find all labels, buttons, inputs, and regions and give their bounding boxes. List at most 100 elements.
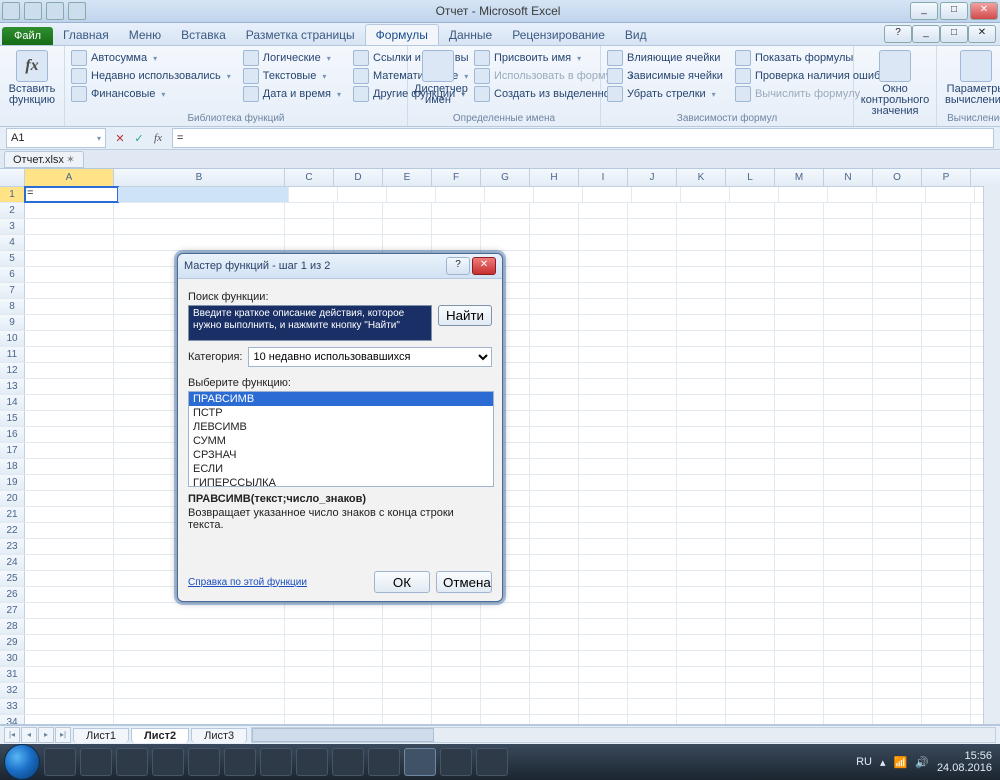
- cell-P10[interactable]: [922, 331, 971, 346]
- cell-B2[interactable]: [114, 203, 285, 218]
- dialog-help-button[interactable]: ?: [446, 257, 470, 275]
- cell-L11[interactable]: [726, 347, 775, 362]
- cell-M28[interactable]: [775, 619, 824, 634]
- cell-H33[interactable]: [530, 699, 579, 714]
- cell-O23[interactable]: [873, 539, 922, 554]
- cell-G1[interactable]: [485, 187, 534, 202]
- cell-K5[interactable]: [677, 251, 726, 266]
- cell-H17[interactable]: [530, 443, 579, 458]
- row-header-5[interactable]: 5: [0, 251, 25, 266]
- row-header-10[interactable]: 10: [0, 331, 25, 346]
- cell-O11[interactable]: [873, 347, 922, 362]
- cell-I19[interactable]: [579, 475, 628, 490]
- cell-N33[interactable]: [824, 699, 873, 714]
- tab-home[interactable]: Главная: [53, 25, 119, 45]
- cell-L28[interactable]: [726, 619, 775, 634]
- cell-E2[interactable]: [383, 203, 432, 218]
- row-header-6[interactable]: 6: [0, 267, 25, 282]
- cell-K26[interactable]: [677, 587, 726, 602]
- cell-L33[interactable]: [726, 699, 775, 714]
- cell-H25[interactable]: [530, 571, 579, 586]
- cell-E4[interactable]: [383, 235, 432, 250]
- cell-J18[interactable]: [628, 459, 677, 474]
- cell-L26[interactable]: [726, 587, 775, 602]
- row-header-30[interactable]: 30: [0, 651, 25, 666]
- row-header-21[interactable]: 21: [0, 507, 25, 522]
- taskbar-app-vs[interactable]: [368, 748, 400, 776]
- cell-P8[interactable]: [922, 299, 971, 314]
- cell-M22[interactable]: [775, 523, 824, 538]
- cell-J23[interactable]: [628, 539, 677, 554]
- cell-K7[interactable]: [677, 283, 726, 298]
- cell-J7[interactable]: [628, 283, 677, 298]
- cell-O26[interactable]: [873, 587, 922, 602]
- cell-N32[interactable]: [824, 683, 873, 698]
- cell-O13[interactable]: [873, 379, 922, 394]
- cell-B33[interactable]: [114, 699, 285, 714]
- cell-P1[interactable]: [926, 187, 975, 202]
- formula-input[interactable]: =: [172, 128, 994, 148]
- cell-J9[interactable]: [628, 315, 677, 330]
- cell-P23[interactable]: [922, 539, 971, 554]
- cell-A9[interactable]: [25, 315, 114, 330]
- cell-A25[interactable]: [25, 571, 114, 586]
- col-header-C[interactable]: C: [285, 169, 334, 186]
- ok-button[interactable]: ОК: [374, 571, 430, 593]
- file-tab[interactable]: Файл: [2, 27, 53, 45]
- cell-I14[interactable]: [579, 395, 628, 410]
- cell-I23[interactable]: [579, 539, 628, 554]
- row-header-13[interactable]: 13: [0, 379, 25, 394]
- tab-view[interactable]: Вид: [615, 25, 657, 45]
- cell-D1[interactable]: [338, 187, 387, 202]
- cell-N13[interactable]: [824, 379, 873, 394]
- cell-L24[interactable]: [726, 555, 775, 570]
- cell-L8[interactable]: [726, 299, 775, 314]
- cell-J8[interactable]: [628, 299, 677, 314]
- cell-H3[interactable]: [530, 219, 579, 234]
- cell-H12[interactable]: [530, 363, 579, 378]
- cell-M13[interactable]: [775, 379, 824, 394]
- sheet-tab[interactable]: Лист3: [191, 728, 247, 743]
- row-header-8[interactable]: 8: [0, 299, 25, 314]
- row-header-11[interactable]: 11: [0, 347, 25, 362]
- cell-D30[interactable]: [334, 651, 383, 666]
- col-header-B[interactable]: B: [114, 169, 285, 186]
- cell-K22[interactable]: [677, 523, 726, 538]
- tab-data[interactable]: Данные: [439, 25, 502, 45]
- cell-O24[interactable]: [873, 555, 922, 570]
- datetime-button[interactable]: Дата и время▾: [243, 86, 341, 102]
- taskbar-app-vk[interactable]: [224, 748, 256, 776]
- search-input[interactable]: Введите краткое описание действия, котор…: [188, 305, 432, 341]
- cell-K24[interactable]: [677, 555, 726, 570]
- cell-I12[interactable]: [579, 363, 628, 378]
- cell-H29[interactable]: [530, 635, 579, 650]
- cell-K8[interactable]: [677, 299, 726, 314]
- cell-N21[interactable]: [824, 507, 873, 522]
- row-header-33[interactable]: 33: [0, 699, 25, 714]
- cell-I13[interactable]: [579, 379, 628, 394]
- cell-K13[interactable]: [677, 379, 726, 394]
- cell-N14[interactable]: [824, 395, 873, 410]
- cell-C34[interactable]: [285, 715, 334, 725]
- cell-M30[interactable]: [775, 651, 824, 666]
- cell-J12[interactable]: [628, 363, 677, 378]
- cell-H32[interactable]: [530, 683, 579, 698]
- cell-A8[interactable]: [25, 299, 114, 314]
- cell-O29[interactable]: [873, 635, 922, 650]
- cell-J14[interactable]: [628, 395, 677, 410]
- taskbar-app-ie[interactable]: [44, 748, 76, 776]
- cell-M18[interactable]: [775, 459, 824, 474]
- cell-O25[interactable]: [873, 571, 922, 586]
- cell-C31[interactable]: [285, 667, 334, 682]
- cell-K28[interactable]: [677, 619, 726, 634]
- cell-N34[interactable]: [824, 715, 873, 725]
- cell-H8[interactable]: [530, 299, 579, 314]
- cell-A4[interactable]: [25, 235, 114, 250]
- cell-B29[interactable]: [114, 635, 285, 650]
- cell-H20[interactable]: [530, 491, 579, 506]
- undo-icon[interactable]: [46, 2, 64, 20]
- cell-M11[interactable]: [775, 347, 824, 362]
- cell-K10[interactable]: [677, 331, 726, 346]
- cell-N7[interactable]: [824, 283, 873, 298]
- cell-P17[interactable]: [922, 443, 971, 458]
